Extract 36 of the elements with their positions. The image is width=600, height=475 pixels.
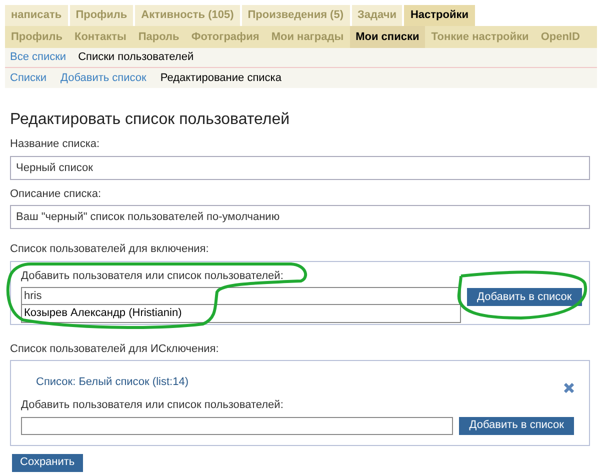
- list-entry-link[interactable]: Список: Белый список (list:14): [36, 374, 188, 390]
- main-tab[interactable]: написать: [5, 5, 68, 26]
- settings-tab[interactable]: OpenID: [534, 26, 586, 48]
- add-to-list-button[interactable]: Добавить в список: [467, 288, 582, 306]
- list-name-input[interactable]: Черный список: [10, 156, 590, 180]
- add-to-list-button[interactable]: Добавить в список: [459, 416, 574, 434]
- settings-tab[interactable]: Фотография: [185, 26, 266, 48]
- user-search-input[interactable]: hris: [21, 287, 461, 305]
- page-heading: Редактировать список пользователей: [10, 110, 291, 130]
- field-label: Добавить пользователя или список пользователей:: [21, 268, 284, 284]
- field-label: Добавить пользователя или список пользователей:: [21, 398, 284, 413]
- main-tab[interactable]: Активность (105): [135, 5, 240, 26]
- section-label: Список пользователей для включения:: [10, 242, 210, 257]
- settings-tab[interactable]: Пароль: [132, 26, 186, 48]
- breadcrumb-link[interactable]: Редактирование списка: [160, 70, 282, 86]
- list-tab[interactable]: Все списки: [10, 49, 66, 66]
- list-description-input[interactable]: Ваш "черный" список пользователей по-умолчанию: [10, 205, 590, 229]
- list-tab[interactable]: Списки пользователей: [78, 49, 194, 66]
- settings-tab[interactable]: Контакты: [68, 26, 132, 48]
- autocomplete-suggestion[interactable]: Козырев Александр (Hristianin): [21, 305, 461, 322]
- field-label: Название списка:: [10, 137, 101, 152]
- settings-tab[interactable]: Профиль: [5, 26, 68, 48]
- user-search-input[interactable]: [21, 416, 454, 434]
- breadcrumb-link[interactable]: Добавить список: [60, 70, 146, 86]
- main-tab[interactable]: Профиль: [70, 5, 134, 26]
- field-label: Описание списка:: [10, 186, 102, 202]
- main-tab[interactable]: Задачи: [352, 5, 402, 26]
- settings-tab[interactable]: Мои награды: [265, 26, 350, 48]
- save-button[interactable]: Сохранить: [12, 454, 83, 472]
- main-tab[interactable]: Настройки: [404, 5, 475, 26]
- remove-icon[interactable]: [564, 383, 574, 393]
- settings-tab[interactable]: Тонкие настройки: [425, 26, 535, 48]
- main-tab[interactable]: Произведения (5): [242, 5, 350, 26]
- breadcrumb-link[interactable]: Списки: [10, 70, 47, 86]
- section-label: Список пользователей для ИСключения:: [10, 342, 220, 356]
- settings-tab[interactable]: Мои списки: [350, 26, 426, 48]
